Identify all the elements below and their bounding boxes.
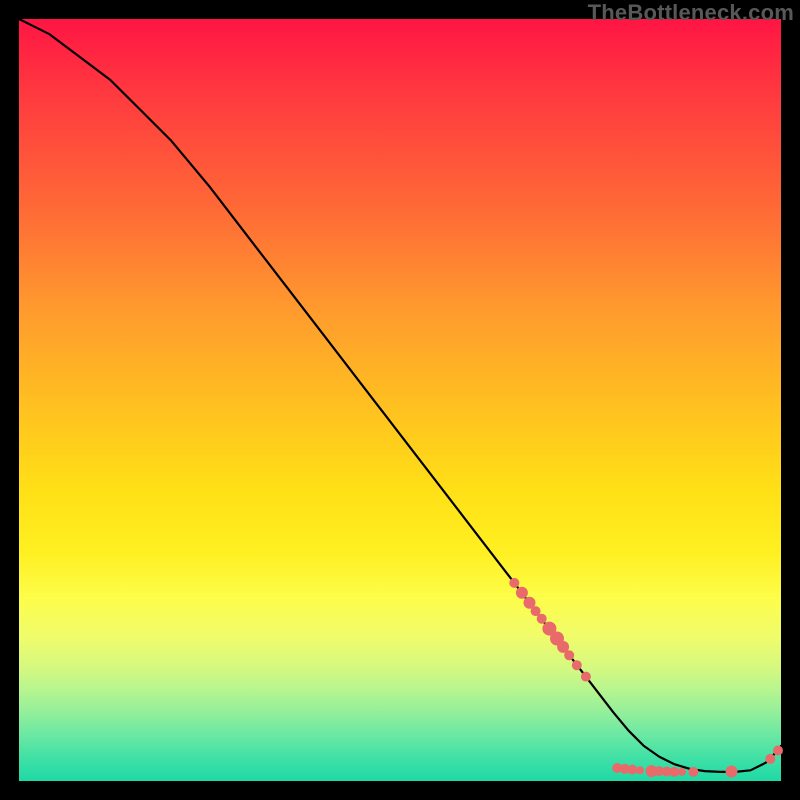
curve-marker bbox=[773, 746, 783, 756]
curve-marker bbox=[765, 754, 775, 764]
curve-marker bbox=[627, 765, 637, 775]
curve-marker bbox=[564, 650, 574, 660]
bottleneck-curve bbox=[19, 19, 781, 772]
curve-marker bbox=[669, 767, 679, 777]
curve-marker bbox=[636, 766, 644, 774]
curve-marker bbox=[509, 578, 519, 588]
curve-marker bbox=[688, 767, 698, 777]
chart-container: TheBottleneck.com bbox=[0, 0, 800, 800]
curve-marker bbox=[678, 768, 686, 776]
curve-marker bbox=[572, 660, 582, 670]
curve-marker bbox=[726, 766, 738, 778]
chart-overlay bbox=[19, 19, 781, 781]
curve-marker bbox=[581, 672, 591, 682]
curve-marker bbox=[537, 614, 547, 624]
curve-marker bbox=[516, 587, 528, 599]
